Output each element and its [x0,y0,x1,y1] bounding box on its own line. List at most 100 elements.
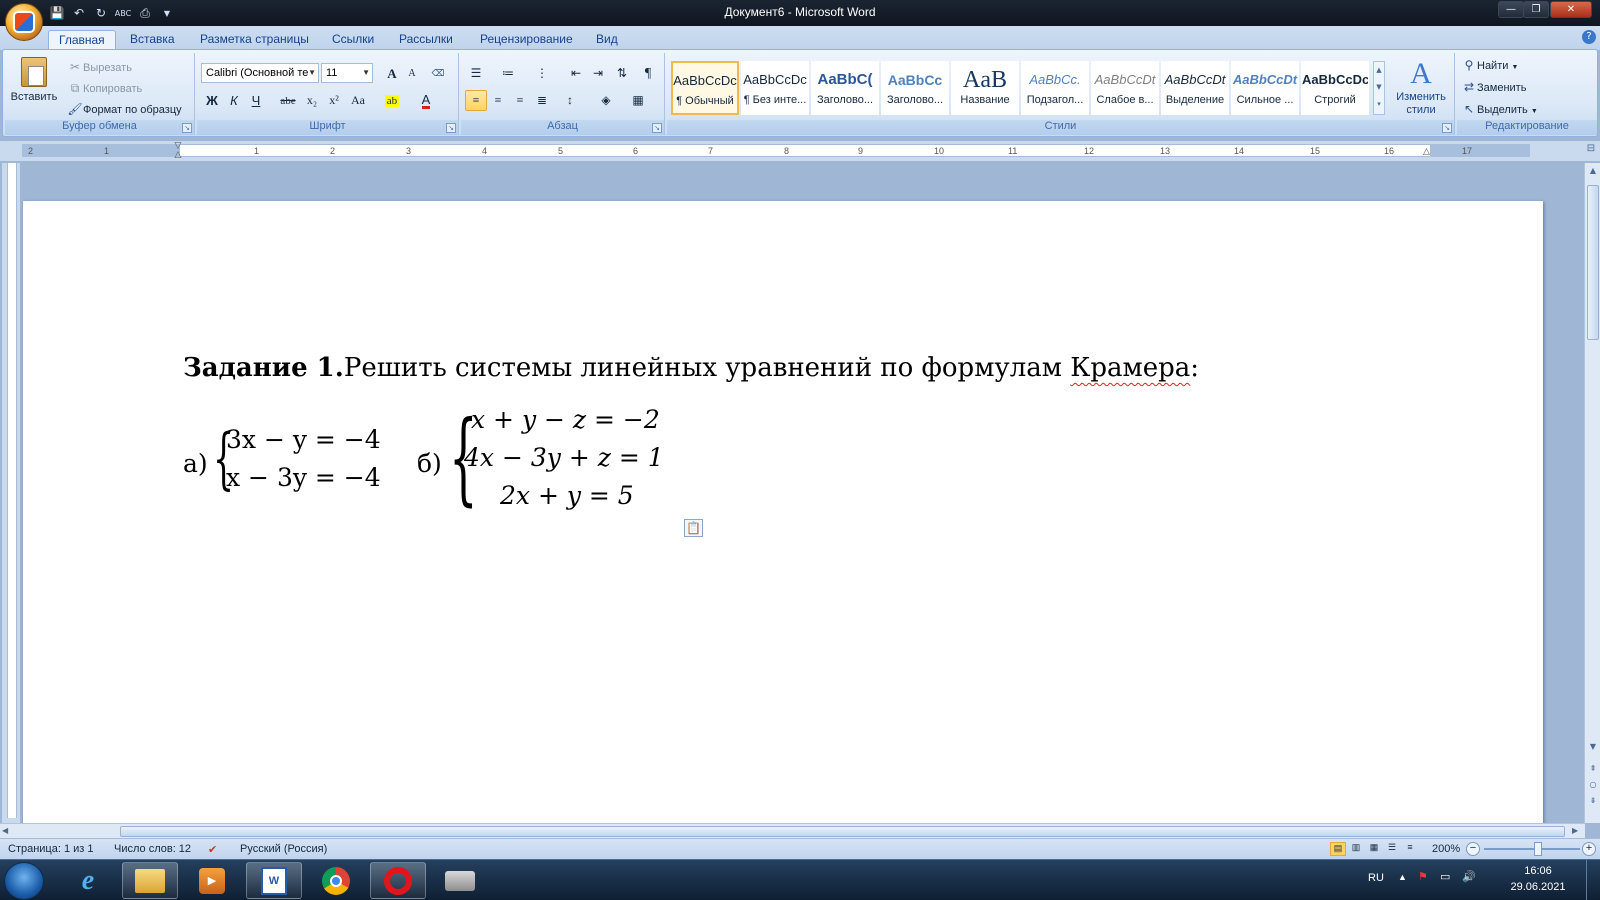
minimize-button[interactable]: — [1498,1,1524,18]
style-no-spacing[interactable]: AaBbCcDc ¶ Без инте... [741,61,809,115]
style-strong[interactable]: AaBbCcDc Строгий [1301,61,1369,115]
next-page-icon[interactable]: ⇟ [1587,795,1599,807]
subscript-button[interactable]: x₂ [301,90,323,111]
internet-explorer-icon[interactable]: e [60,862,116,899]
page-count[interactable]: Страница: 1 из 1 [8,843,94,855]
highlight-color-button[interactable]: ab [381,90,403,111]
find-button[interactable]: ⚲ Найти ▼ [1461,57,1519,73]
tab-mailings[interactable]: Рассылки [389,30,463,50]
word-count[interactable]: Число слов: 12 [114,843,191,855]
scroll-left-icon[interactable]: ◀ [2,826,8,835]
tab-view[interactable]: Вид [586,30,628,50]
grow-font-button[interactable]: A [381,63,403,84]
task-heading[interactable]: Задание 1.Решить системы линейных уравне… [183,353,1199,383]
style-subtle-emphasis[interactable]: AaBbCcDt Слабое в... [1091,61,1159,115]
select-button[interactable]: ↖ Выделить ▼ [1461,101,1538,117]
strikethrough-button[interactable]: abe [277,90,299,111]
network-icon[interactable]: ▭ [1440,870,1450,883]
zoom-slider-thumb[interactable] [1534,842,1542,856]
view-ruler-icon[interactable]: ⊟ [1584,143,1598,158]
word-icon[interactable]: W [246,862,302,899]
bullets-icon[interactable]: ☰ [465,63,487,84]
media-player-icon[interactable]: ▶ [184,862,240,899]
horizontal-scroll-thumb[interactable] [120,826,1565,837]
vertical-ruler[interactable] [2,163,20,823]
zoom-out-icon[interactable]: − [1466,842,1480,856]
zoom-in-icon[interactable]: + [1582,842,1596,856]
tab-references[interactable]: Ссылки [322,30,384,50]
document-page[interactable]: Задание 1.Решить системы линейных уравне… [23,201,1543,823]
vertical-scrollbar[interactable]: ▲ ▼ ⇞ ○ ⇟ [1584,163,1600,823]
outline-icon[interactable]: ☰ [1384,842,1400,856]
scroll-up-icon[interactable]: ▲ [1374,62,1384,79]
change-case-button[interactable]: Aa [347,90,369,111]
print-layout-icon[interactable]: ▤ [1330,842,1346,856]
tab-page-layout[interactable]: Разметка страницы [190,30,319,50]
italic-button[interactable]: К [223,90,245,111]
change-styles-button[interactable]: A Изменить стили [1391,57,1451,117]
cut-button[interactable]: ✂ Вырезать [67,59,132,75]
clear-formatting-icon[interactable]: ⌫ [427,63,449,84]
style-emphasis[interactable]: AaBbCcDt Выделение [1161,61,1229,115]
shrink-font-button[interactable]: A [401,63,423,84]
vertical-scroll-thumb[interactable] [1587,185,1599,340]
action-center-icon[interactable]: ⚑ [1418,870,1428,883]
maximize-button[interactable]: ❐ [1523,1,1549,18]
show-desktop-button[interactable] [1586,860,1600,900]
scroll-down-icon[interactable]: ▼ [1374,79,1384,96]
superscript-button[interactable]: x² [323,90,345,111]
help-icon[interactable]: ? [1582,30,1596,44]
styles-launcher-icon[interactable]: ↘ [1442,123,1452,133]
font-size-combo[interactable]: 11 ▼ [321,63,373,83]
chrome-icon[interactable] [308,862,364,899]
justify-icon[interactable]: ≣ [531,90,553,111]
format-painter-button[interactable]: 🖌Формат по образцу [67,101,181,117]
proofing-icon[interactable]: ✔ [208,843,217,856]
tab-insert[interactable]: Вставка [120,30,185,50]
scroll-down-icon[interactable]: ▼ [1587,741,1599,753]
font-launcher-icon[interactable]: ↘ [446,123,456,133]
font-color-button[interactable]: A [415,90,437,111]
decrease-indent-icon[interactable]: ⇤ [565,63,587,84]
underline-button[interactable]: Ч [245,90,267,111]
style-normal[interactable]: AaBbCcDc ¶ Обычный [671,61,739,115]
paragraph-launcher-icon[interactable]: ↘ [652,123,662,133]
numbering-icon[interactable]: ≔ [497,63,519,84]
spelling-flagged-word[interactable]: Крамера [1070,353,1190,383]
tab-home[interactable]: Главная [48,30,116,50]
web-layout-icon[interactable]: ▦ [1366,842,1382,856]
scroll-up-icon[interactable]: ▲ [1587,165,1599,177]
zoom-level[interactable]: 200% [1432,843,1460,855]
show-hidden-icons-icon[interactable]: ▲ [1398,872,1407,882]
volume-icon[interactable]: 🔊 [1462,870,1476,883]
bold-button[interactable]: Ж [201,90,223,111]
replace-button[interactable]: ⇄ Заменить [1461,79,1526,95]
align-left-icon[interactable]: ≡ [465,90,487,111]
language-indicator[interactable]: Русский (Россия) [240,843,327,855]
styles-scroll[interactable]: ▲ ▼ ▾ [1373,61,1385,115]
style-subtitle[interactable]: AaBbCc. Подзагол... [1021,61,1089,115]
draft-icon[interactable]: ≡ [1402,842,1418,856]
clock-date[interactable]: 29.06.2021 [1502,881,1574,893]
opera-icon[interactable] [370,862,426,899]
horizontal-ruler[interactable]: ▽ △ △ 2 1 1 2 3 4 5 6 7 8 9 10 11 12 13 1… [0,141,1600,161]
scroll-right-icon[interactable]: ▶ [1572,826,1578,835]
zoom-slider-track[interactable] [1484,848,1580,850]
start-button[interactable] [4,862,44,900]
align-right-icon[interactable]: ≡ [509,90,531,111]
clipboard-launcher-icon[interactable]: ↘ [182,123,192,133]
horizontal-scrollbar[interactable]: ◀ ▶ [0,823,1585,838]
paste-options-icon[interactable]: 📋 [684,519,703,537]
previous-page-icon[interactable]: ⇞ [1587,763,1599,775]
style-intense-emphasis[interactable]: AaBbCcDt Сильное ... [1231,61,1299,115]
show-marks-icon[interactable]: ¶ [637,63,659,84]
clock-time[interactable]: 16:06 [1508,865,1568,877]
file-explorer-icon[interactable] [122,862,178,899]
align-center-icon[interactable]: ≡ [487,90,509,111]
more-styles-icon[interactable]: ▾ [1374,96,1384,113]
font-name-combo[interactable]: Calibri (Основной те ▼ [201,63,319,83]
style-heading-1[interactable]: AaBbC(Заголово... [811,61,879,115]
multilevel-list-icon[interactable]: ⋮ [531,63,553,84]
office-button[interactable] [5,3,43,41]
borders-icon[interactable]: ▦ [627,90,649,111]
